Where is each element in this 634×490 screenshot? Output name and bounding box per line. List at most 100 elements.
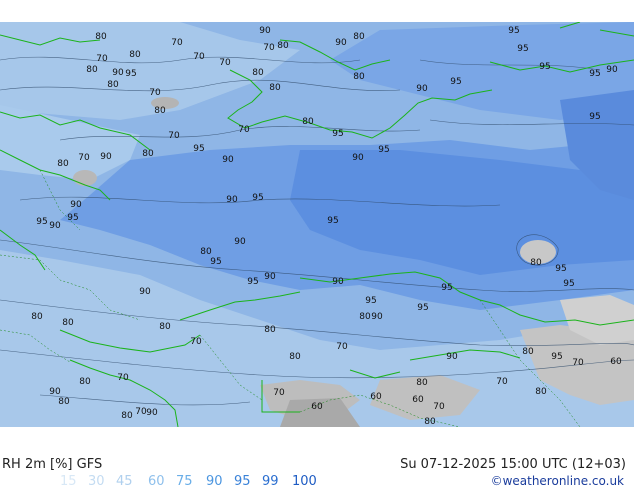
contour-value-label: 90 (70, 200, 82, 210)
contour-value-label: 70 (78, 153, 90, 163)
contour-value-label: 70 (96, 54, 108, 64)
contour-value-label: 90 (352, 153, 364, 163)
contour-value-label: 80 (142, 149, 154, 159)
contour-value-label: 95 (450, 77, 461, 87)
contour-value-label: 95 (193, 144, 204, 154)
contour-value-label: 70 (149, 88, 161, 98)
contour-value-label: 80 (269, 83, 281, 93)
contour-value-label: 80 (200, 247, 212, 257)
contour-value-label: 95 (378, 145, 389, 155)
contour-value-label: 80 (79, 377, 91, 387)
contour-value-label: 80 (107, 80, 119, 90)
contour-value-label: 90 (335, 38, 347, 48)
contour-value-label: 95 (417, 303, 428, 313)
contour-value-label: 70 (336, 342, 348, 352)
contour-value-label: 80 (522, 347, 534, 357)
contour-value-label: 90 (226, 195, 238, 205)
legend-item: 90 (206, 474, 223, 489)
contour-value-label: 80 (31, 312, 43, 322)
contour-value-label: 95 (365, 296, 376, 306)
contour-value-label: 80 (277, 41, 289, 51)
contour-value-label: 80 (302, 117, 314, 127)
contour-value-label: 90 (222, 155, 234, 165)
contour-value-label: 90 (416, 84, 428, 94)
contour-value-label: 90 (139, 287, 151, 297)
contour-value-label: 90 (100, 152, 112, 162)
contour-value-label: 95 (563, 279, 574, 289)
contour-value-label: 60 (610, 357, 622, 367)
contour-value-label: 70 (219, 58, 231, 68)
contour-value-label: 80 (86, 65, 98, 75)
contour-value-label: 80 (121, 411, 133, 421)
datetime-label: Su 07-12-2025 15:00 UTC (12+03) (400, 457, 626, 472)
contour-value-label: 80 (95, 32, 107, 42)
contour-value-label: 80 (154, 106, 166, 116)
contour-value-label: 90 (146, 408, 158, 418)
contour-value-label: 80 (62, 318, 74, 328)
contour-value-label: 80 (129, 50, 141, 60)
footer: RH 2m [%] GFS Su 07-12-2025 15:00 UTC (1… (0, 452, 634, 490)
variable-label: RH 2m [%] (2, 457, 73, 472)
contour-value-label: 90 (332, 277, 344, 287)
legend-item: 75 (176, 474, 193, 489)
contour-value-label: 95 (67, 213, 78, 223)
chart-title: RH 2m [%] GFS (2, 457, 102, 472)
contour-value-label: 95 (508, 26, 519, 36)
contour-value-label: 95 (36, 217, 47, 227)
contour-value-label: 95 (247, 277, 258, 287)
contour-value-label: 95 (589, 112, 600, 122)
contour-value-label: 90 (371, 312, 383, 322)
legend-item: 95 (234, 474, 251, 489)
contour-value-label: 70 (273, 388, 285, 398)
contour-value-label: 70 (135, 407, 147, 417)
contour-value-label: 90 (112, 68, 124, 78)
contour-value-label: 90 (234, 237, 246, 247)
contour-value-label: 80 (58, 397, 70, 407)
contour-value-label: 70 (572, 358, 584, 368)
contour-value-label: 95 (327, 216, 338, 226)
contour-value-label: 90 (606, 65, 618, 75)
rh-map: 908070 70 80 9080958070 70709580 90 95 80 809595… (0, 22, 634, 427)
contour-value-label: 95 (252, 193, 263, 203)
contour-value-label: 60 (311, 402, 323, 412)
contour-value-label: 60 (412, 395, 424, 405)
contour-value-label: 80 (530, 258, 542, 268)
contour-value-label: 90 (259, 26, 271, 36)
contour-value-label: 80 (416, 378, 428, 388)
contour-value-label: 95 (210, 257, 221, 267)
contour-value-label: 70 (433, 402, 445, 412)
contour-value-label: 80 (424, 417, 436, 427)
contour-value-label: 95 (589, 69, 600, 79)
contour-value-label: 70 (263, 43, 275, 53)
contour-value-label: 70 (496, 377, 508, 387)
contour-value-label: 80 (289, 352, 301, 362)
legend-item: 100 (292, 474, 317, 489)
contour-value-label: 80 (535, 387, 547, 397)
legend-item: 60 (148, 474, 165, 489)
contour-value-label: 95 (555, 264, 566, 274)
contour-value-label: 80 (252, 68, 264, 78)
contour-value-label: 90 (49, 221, 61, 231)
contour-value-label: 90 (446, 352, 458, 362)
contour-value-label: 95 (125, 69, 136, 79)
contour-value-label: 90 (49, 387, 61, 397)
contour-value-label: 60 (370, 392, 382, 402)
contour-value-label: 80 (353, 32, 365, 42)
contour-value-label: 70 (190, 337, 202, 347)
contour-value-label: 80 (57, 159, 69, 169)
contour-value-label: 70 (193, 52, 205, 62)
credit-link[interactable]: ©weatheronline.co.uk (491, 474, 624, 488)
contour-value-label: 95 (332, 129, 343, 139)
contour-value-label: 90 (264, 272, 276, 282)
dry-patch (73, 170, 97, 186)
legend-item: 99 (262, 474, 279, 489)
contour-value-label: 70 (117, 373, 129, 383)
legend-item: 30 (88, 474, 105, 489)
contour-value-label: 95 (551, 352, 562, 362)
contour-value-label: 70 (238, 125, 250, 135)
legend-item: 15 (60, 474, 77, 489)
contour-value-label: 70 (171, 38, 183, 48)
contour-value-label: 80 (353, 72, 365, 82)
contour-value-label: 95 (517, 44, 528, 54)
contour-value-label: 80 (159, 322, 171, 332)
